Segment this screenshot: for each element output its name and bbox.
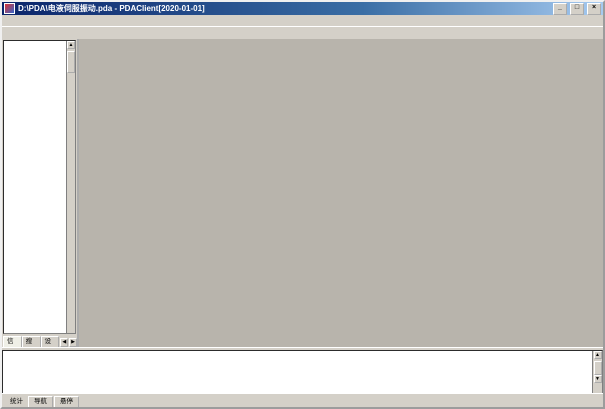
statistics-table-panel: ▲ ▼ [2, 350, 603, 398]
app-window: D:\PDA\电液伺服振动.pda - PDAClient[2020-01-01… [0, 0, 605, 409]
plot-column-left [79, 39, 342, 347]
table-scroll-thumb[interactable] [594, 361, 602, 375]
statistics-table [3, 351, 592, 397]
menu-bar [2, 15, 603, 26]
tree-vertical-scrollbar[interactable]: ▲ [66, 41, 75, 333]
main-area: ▲ 信号 搜索 设备 ◀ ▶ [2, 39, 603, 347]
signal-tree-panel: ▲ 信号 搜索 设备 ◀ ▶ [2, 39, 79, 347]
scroll-up-icon[interactable]: ▲ [67, 41, 75, 49]
minimize-button[interactable]: _ [553, 3, 567, 15]
tab-signals[interactable]: 信号 [3, 336, 22, 347]
stats-panel-label: 统计 [5, 396, 28, 407]
plot-area [79, 39, 603, 347]
window-title: D:\PDA\电液伺服振动.pda - PDAClient[2020-01-01… [18, 3, 550, 14]
signal-tree-rows [4, 41, 66, 333]
maximize-button[interactable]: □ [570, 3, 584, 15]
table-scroll-up-icon[interactable]: ▲ [594, 351, 602, 359]
tab-search[interactable]: 搜索 [22, 336, 41, 347]
tab-navigate[interactable]: 导航 [28, 396, 53, 407]
tab-scroll-left-icon[interactable]: ◀ [60, 338, 68, 347]
tab-scroll-right-icon[interactable]: ▶ [69, 338, 77, 347]
title-bar[interactable]: D:\PDA\电液伺服振动.pda - PDAClient[2020-01-01… [2, 2, 603, 15]
table-vertical-scrollbar[interactable]: ▲ ▼ [592, 351, 602, 397]
close-button[interactable]: × [587, 3, 601, 15]
bottom-tab-bar: 统计 导航 悬停 [2, 393, 603, 407]
tab-hover[interactable]: 悬停 [54, 396, 79, 407]
signal-tree: ▲ [3, 40, 76, 334]
plot-column-right [342, 39, 603, 347]
table-scroll-down-icon[interactable]: ▼ [594, 375, 602, 383]
scroll-thumb[interactable] [67, 51, 75, 73]
tree-tab-bar: 信号 搜索 设备 ◀ ▶ [2, 335, 77, 347]
tab-devices[interactable]: 设备 [41, 336, 60, 347]
app-icon [4, 3, 15, 14]
